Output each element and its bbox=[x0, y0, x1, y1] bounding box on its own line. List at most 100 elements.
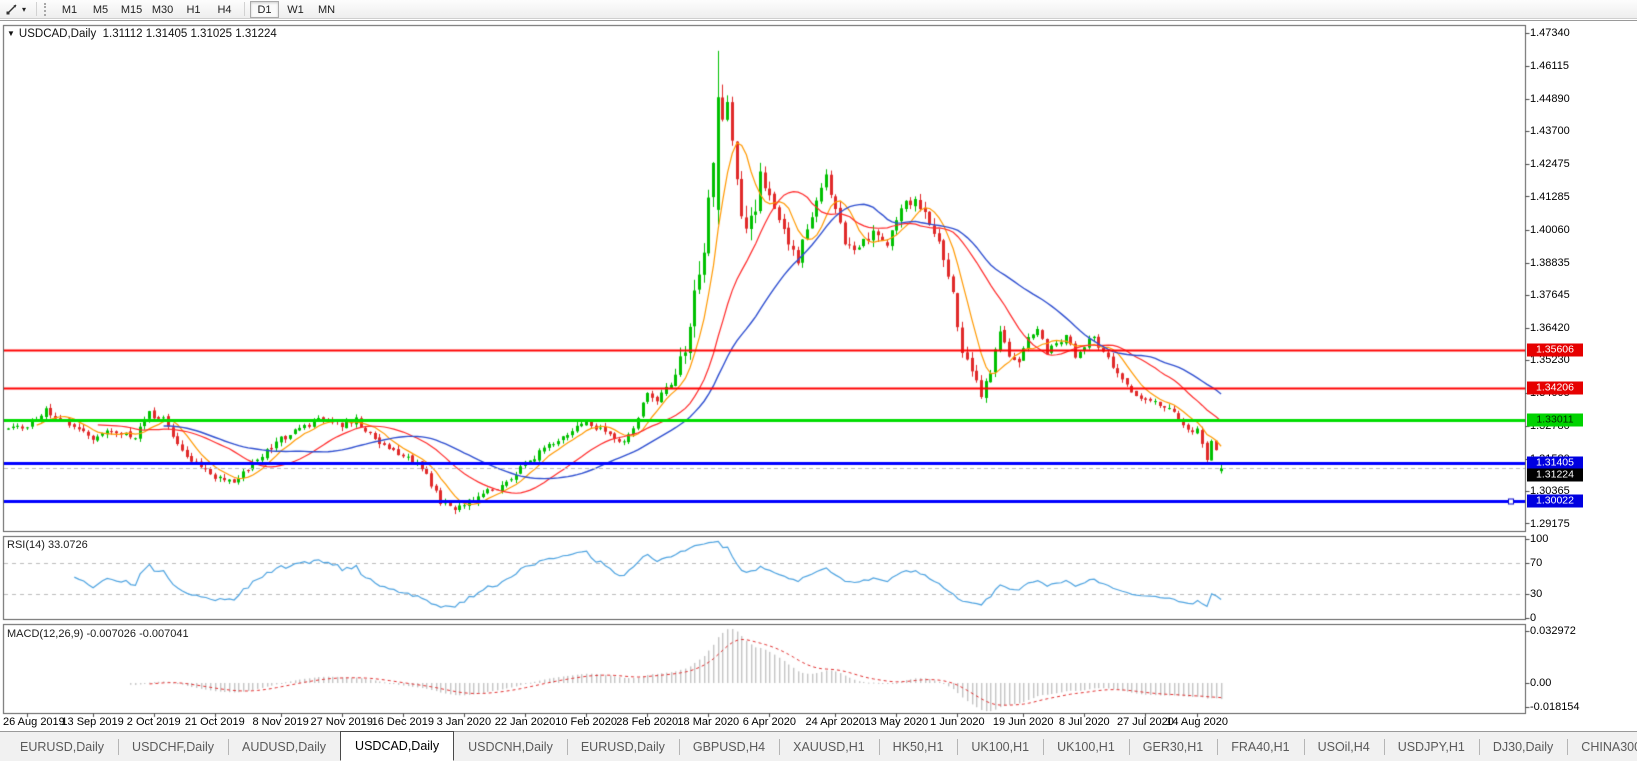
tab-label: USDCHF,Daily bbox=[132, 739, 214, 754]
price-axis-label: 1.47340 bbox=[1530, 27, 1570, 39]
time-axis-label: 6 Apr 2020 bbox=[742, 716, 796, 728]
chart-tab-hk50-h1[interactable]: HK50,H1 bbox=[878, 732, 958, 761]
tab-separator bbox=[1567, 739, 1569, 755]
rsi-axis-label: 100 bbox=[1530, 533, 1549, 545]
time-axis-label: 27 Nov 2019 bbox=[310, 716, 373, 728]
rsi-axis-label: 30 bbox=[1530, 588, 1543, 601]
tab-separator bbox=[1478, 739, 1480, 755]
chart-tab-ger30-h1[interactable]: GER30,H1 bbox=[1128, 732, 1217, 761]
price-level-badge: 1.31224 bbox=[1527, 468, 1583, 482]
price-axis-label: 1.46115 bbox=[1530, 60, 1569, 73]
chart-tab-usoil-h4[interactable]: USOil,H4 bbox=[1303, 732, 1384, 761]
tab-separator bbox=[1128, 739, 1130, 755]
chart-tab-bar: EURUSD,Daily USDCHF,Daily AUDUSD,Daily USDC… bbox=[0, 731, 1637, 761]
price-axis-label: 1.36420 bbox=[1530, 321, 1570, 334]
chart-tab-gbpusd-h4[interactable]: GBPUSD,H4 bbox=[678, 732, 779, 761]
chart-tab-usdchf-daily[interactable]: USDCHF,Daily bbox=[118, 732, 228, 761]
tab-label: UK100,H1 bbox=[1057, 739, 1115, 754]
symbol-name: USDCAD,Daily bbox=[18, 28, 97, 40]
macd-axis-label: -0.018154 bbox=[1530, 701, 1580, 713]
tab-separator bbox=[228, 739, 229, 755]
time-axis-label: 1 Jun 2020 bbox=[930, 716, 985, 728]
tab-label: GBPUSD,H4 bbox=[692, 739, 766, 754]
rsi-indicator-label: RSI(14) 33.0726 bbox=[7, 539, 88, 551]
chart-tab-eurusd-daily[interactable]: EURUSD,Daily bbox=[566, 732, 679, 761]
price-level-badge: 1.34206 bbox=[1527, 381, 1583, 395]
price-axis-label: 1.43700 bbox=[1530, 125, 1570, 138]
macd-axis-label: 0.00 bbox=[1530, 677, 1552, 689]
chart-tab-xauusd-h1[interactable]: XAUUSD,H1 bbox=[779, 732, 879, 761]
chart-tab-fra40-h1[interactable]: FRA40,H1 bbox=[1217, 732, 1303, 761]
time-axis-label: 13 Sep 2019 bbox=[61, 716, 124, 728]
tab-separator bbox=[1217, 739, 1219, 755]
tab-label: GER30,H1 bbox=[1142, 739, 1204, 754]
tab-separator bbox=[118, 739, 120, 755]
tab-label: CHINA300,H1 bbox=[1581, 739, 1637, 754]
price-level-badge: 1.33011 bbox=[1527, 413, 1583, 427]
price-chart-canvas[interactable] bbox=[0, 0, 1637, 761]
time-axis-label: 22 Jan 2020 bbox=[494, 716, 556, 728]
chart-tab-uk100-h1[interactable]: UK100,H1 bbox=[1043, 732, 1129, 761]
tab-label: FRA40,H1 bbox=[1231, 739, 1290, 754]
price-axis-label: 1.37645 bbox=[1530, 288, 1570, 301]
time-axis-label: 16 Dec 2019 bbox=[371, 716, 434, 728]
chart-tab-china300-h1[interactable]: CHINA300,H1 bbox=[1567, 732, 1637, 761]
tab-separator bbox=[678, 739, 680, 755]
macd-indicator-label: MACD(12,26,9) -0.007026 -0.007041 bbox=[7, 628, 189, 640]
chart-tab-usdcnh-daily[interactable]: USDCNH,Daily bbox=[454, 732, 567, 761]
tab-label: EURUSD,Daily bbox=[20, 739, 105, 754]
chart-tab-uk100-h1[interactable]: UK100,H1 bbox=[957, 732, 1043, 761]
tab-label: HK50,H1 bbox=[892, 739, 944, 754]
chart-symbol-ohlc-label: ▼ USDCAD,Daily 1.31112 1.31405 1.31025 1.… bbox=[7, 28, 277, 40]
tab-label: USDCAD,Daily bbox=[355, 739, 440, 753]
chart-tab-dj30-daily[interactable]: DJ30,Daily bbox=[1478, 732, 1567, 761]
time-axis-label: 8 Nov 2019 bbox=[252, 716, 309, 728]
time-axis-label: 26 Aug 2019 bbox=[3, 716, 65, 728]
tab-separator bbox=[878, 739, 880, 755]
chart-tabs: EURUSD,Daily USDCHF,Daily AUDUSD,Daily USDC… bbox=[6, 731, 1637, 761]
time-axis-label: 28 Feb 2020 bbox=[616, 716, 679, 728]
tab-separator bbox=[779, 739, 781, 755]
tab-label: XAUUSD,H1 bbox=[793, 739, 865, 754]
tab-label: EURUSD,Daily bbox=[580, 739, 665, 754]
time-axis-label: 13 May 2020 bbox=[864, 716, 929, 728]
price-level-badge: 1.30022 bbox=[1527, 494, 1583, 508]
tab-separator bbox=[1303, 739, 1305, 755]
tab-label: USDCNH,Daily bbox=[468, 739, 553, 754]
collapse-triangle-icon[interactable]: ▼ bbox=[7, 29, 15, 38]
rsi-axis-label: 70 bbox=[1530, 556, 1543, 569]
time-axis-label: 18 Mar 2020 bbox=[677, 716, 740, 728]
time-axis-label: 21 Oct 2019 bbox=[184, 716, 245, 728]
tab-label: UK100,H1 bbox=[971, 739, 1030, 754]
price-axis-label: 1.42475 bbox=[1530, 158, 1570, 171]
chart-tab-eurusd-daily[interactable]: EURUSD,Daily bbox=[6, 732, 118, 761]
time-axis-label: 3 Jan 2020 bbox=[436, 716, 492, 728]
chart-tab-audusd-daily[interactable]: AUDUSD,Daily bbox=[228, 732, 340, 761]
ohlc-values: 1.31112 1.31405 1.31025 1.31224 bbox=[102, 28, 277, 40]
tab-separator bbox=[566, 739, 568, 755]
tab-separator bbox=[1383, 739, 1385, 755]
tab-label: DJ30,Daily bbox=[1492, 739, 1554, 754]
price-axis-label: 1.41285 bbox=[1530, 190, 1570, 203]
price-axis-label: 1.40060 bbox=[1530, 223, 1570, 236]
time-axis-label: 14 Aug 2020 bbox=[1166, 716, 1228, 728]
tab-label: AUDUSD,Daily bbox=[242, 739, 327, 754]
macd-axis-label: 0.032972 bbox=[1530, 625, 1576, 637]
time-axis-label: 19 Jun 2020 bbox=[992, 716, 1054, 728]
price-level-badge: 1.35606 bbox=[1527, 343, 1583, 357]
time-axis-label: 24 Apr 2020 bbox=[805, 716, 865, 728]
price-axis-label: 1.44890 bbox=[1530, 93, 1570, 106]
chart-tab-usdjpy-h1[interactable]: USDJPY,H1 bbox=[1383, 732, 1479, 761]
time-axis-label: 8 Jul 2020 bbox=[1058, 716, 1110, 728]
tab-label: USOil,H4 bbox=[1317, 739, 1370, 754]
trading-terminal-window: ▾ M1M5M15M30H1H4D1W1MN ▼USDCAD,Daily 1.3… bbox=[0, 0, 1637, 761]
tab-separator bbox=[957, 739, 959, 755]
time-axis-label: 10 Feb 2020 bbox=[555, 716, 617, 728]
price-axis-label: 1.29175 bbox=[1530, 517, 1570, 530]
price-axis-label: 1.38835 bbox=[1530, 256, 1570, 269]
rsi-axis-label: 0 bbox=[1530, 612, 1537, 624]
time-axis-label: 2 Oct 2019 bbox=[126, 716, 181, 728]
tab-label: USDJPY,H1 bbox=[1397, 739, 1465, 754]
tab-separator bbox=[1043, 739, 1045, 755]
chart-tab-usdcad-daily[interactable]: USDCAD,Daily bbox=[340, 731, 455, 761]
